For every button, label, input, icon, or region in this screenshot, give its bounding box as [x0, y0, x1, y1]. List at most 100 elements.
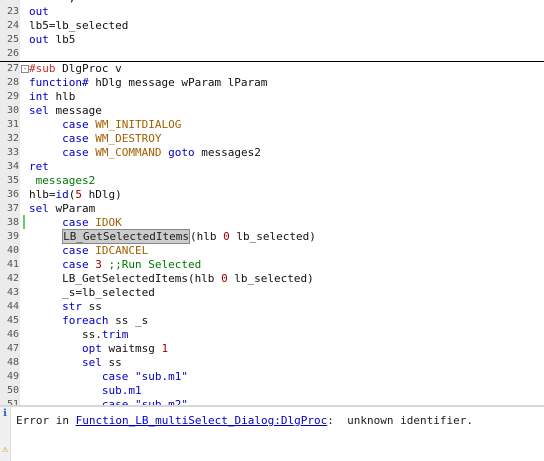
code-token: id [55, 188, 69, 201]
code-text[interactable]: case IDCANCEL [29, 244, 148, 258]
line-number: 38 [6, 217, 19, 228]
code-text[interactable]: #sub DlgProc v [29, 62, 122, 76]
code-text[interactable]: foreach ss _s [29, 314, 148, 328]
line-number: 43 [6, 287, 19, 298]
code-line[interactable]: 29 int hlb [0, 90, 544, 104]
code-line[interactable]: 47 opt waitmsg 1 [0, 342, 544, 356]
code-text[interactable]: case WM_DESTROY [29, 132, 161, 146]
code-text[interactable]: case "sub.m1" [29, 370, 188, 384]
code-token: DlgProc v [55, 62, 122, 75]
code-token: LB_GetSelectedItems(hlb [29, 272, 222, 285]
code-token: function# [29, 76, 89, 89]
code-line[interactable]: 32 case WM_DESTROY [0, 132, 544, 146]
line-number: 45 [6, 315, 19, 326]
code-text[interactable]: case 3 ;;Run Selected [29, 258, 201, 272]
code-text[interactable]: sel ss [29, 356, 122, 370]
code-line[interactable]: 41 case 3 ;;Run Selected [0, 258, 544, 272]
code-text[interactable]: lb5=lb_selected [29, 19, 128, 33]
code-token: case [62, 244, 89, 257]
code-line[interactable]: 50 sub.m1 [0, 384, 544, 398]
code-text[interactable]: out lb5 [29, 33, 75, 47]
code-token: WM_DESTROY [88, 132, 162, 145]
code-token: sel [29, 202, 49, 215]
code-token: waitmsg [101, 342, 162, 355]
code-text[interactable]: ss.trim [29, 328, 128, 342]
code-token: lb5=lb_selected [29, 19, 129, 32]
code-text[interactable]: _s=lb_selected [29, 286, 155, 300]
error-source-link[interactable]: Function_LB_multiSelect_Dialog:DlgProc [76, 414, 328, 427]
code-text[interactable]: out [29, 5, 49, 19]
code-token: WM_COMMAND [88, 146, 162, 159]
code-text[interactable]: function# hDlg message wParam lParam [29, 76, 267, 90]
code-token: 0 [223, 230, 230, 243]
code-text[interactable]: messages2 [29, 174, 96, 188]
code-token: sub.m1 [101, 384, 142, 397]
code-line[interactable]: 30 sel message [0, 104, 544, 118]
code-line[interactable]: 24 lb5=lb_selected [0, 19, 544, 33]
code-text[interactable]: sub.m1 [29, 384, 142, 398]
code-line[interactable]: 49 case "sub.m1" [0, 370, 544, 384]
line-number: 23 [6, 6, 19, 17]
code-editor[interactable]: 22 ,23out24lb5=lb_selected25out lb52627-… [0, 0, 544, 405]
code-text[interactable]: case WM_COMMAND goto messages2 [29, 146, 261, 160]
code-token: sel [81, 356, 102, 369]
line-number: 37 [6, 203, 19, 214]
code-line[interactable]: 38 case IDOK [0, 216, 544, 230]
code-line[interactable]: 51 case "sub.m2" [0, 398, 544, 405]
code-token: _s=lb_selected [29, 286, 155, 299]
code-line[interactable]: 28 function# hDlg message wParam lParam [0, 76, 544, 90]
code-text[interactable]: LB_GetSelectedItems(hlb 0 lb_selected) [29, 229, 316, 244]
code-line[interactable]: 46 ss.trim [0, 328, 544, 342]
code-text[interactable]: ret [29, 160, 49, 174]
code-text[interactable]: case IDOK [29, 216, 122, 230]
code-token: hDlg) [82, 188, 122, 201]
fold-toggle-icon[interactable]: - [21, 65, 29, 73]
line-number: 48 [6, 357, 19, 368]
code-line[interactable]: 26 [0, 47, 544, 61]
output-suffix: : unknown identifier. [327, 414, 473, 427]
code-line[interactable]: 36 hlb=id(5 hDlg) [0, 188, 544, 202]
code-line[interactable]: 44 str ss [0, 300, 544, 314]
code-token: hlb [48, 90, 76, 103]
code-line[interactable]: 23 out [0, 5, 544, 19]
code-line[interactable]: 33 case WM_COMMAND goto messages2 [0, 146, 544, 160]
code-text[interactable]: LB_GetSelectedItems(hlb 0 lb_selected) [29, 272, 314, 286]
code-token: IDOK [88, 216, 122, 229]
output-panel[interactable]: ℹ ⚠ Error in Function_LB_multiSelect_Dia… [0, 405, 544, 461]
code-line[interactable]: 40 case IDCANCEL [0, 244, 544, 258]
code-line[interactable]: 34 ret [0, 160, 544, 174]
code-text[interactable]: opt waitmsg 1 [29, 342, 168, 356]
code-token: ;;Run Selected [101, 258, 202, 271]
code-line[interactable]: 45 foreach ss _s [0, 314, 544, 328]
code-line[interactable]: 25 out lb5 [0, 33, 544, 47]
code-token: ss. [29, 328, 102, 341]
code-text[interactable]: case WM_INITDIALOG [29, 118, 181, 132]
code-text[interactable]: int hlb [29, 90, 75, 104]
code-text[interactable]: case "sub.m2" [29, 398, 188, 405]
line-number: 26 [6, 48, 19, 59]
code-line[interactable]: 43 _s=lb_selected [0, 286, 544, 300]
code-line[interactable]: 39 LB_GetSelectedItems(hlb 0 lb_selected… [0, 229, 544, 244]
code-token: lb_selected) [229, 230, 316, 243]
code-text[interactable]: hlb=id(5 hDlg) [29, 188, 122, 202]
code-line[interactable]: 31 case WM_INITDIALOG [0, 118, 544, 132]
code-token: messages2 [194, 146, 261, 159]
code-text[interactable]: str ss [29, 300, 102, 314]
code-token: , [29, 0, 76, 4]
code-token: case [101, 398, 129, 405]
code-line[interactable]: 42 LB_GetSelectedItems(hlb 0 lb_selected… [0, 272, 544, 286]
code-line[interactable]: 37 sel wParam [0, 202, 544, 216]
code-token: case [62, 118, 89, 131]
code-token: 5 [75, 188, 82, 201]
code-token: foreach [62, 314, 109, 327]
code-lines[interactable]: 22 ,23out24lb5=lb_selected25out lb52627-… [0, 0, 544, 405]
code-line[interactable]: 27- #sub DlgProc v [0, 61, 544, 76]
code-token: lb5 [48, 33, 76, 46]
code-line[interactable]: 35 messages2 [0, 174, 544, 188]
code-text[interactable]: sel message [29, 104, 102, 118]
code-text[interactable]: sel wParam [29, 202, 95, 216]
code-line[interactable]: 48 sel ss [0, 356, 544, 370]
code-token: "sub.m1" [128, 370, 188, 383]
